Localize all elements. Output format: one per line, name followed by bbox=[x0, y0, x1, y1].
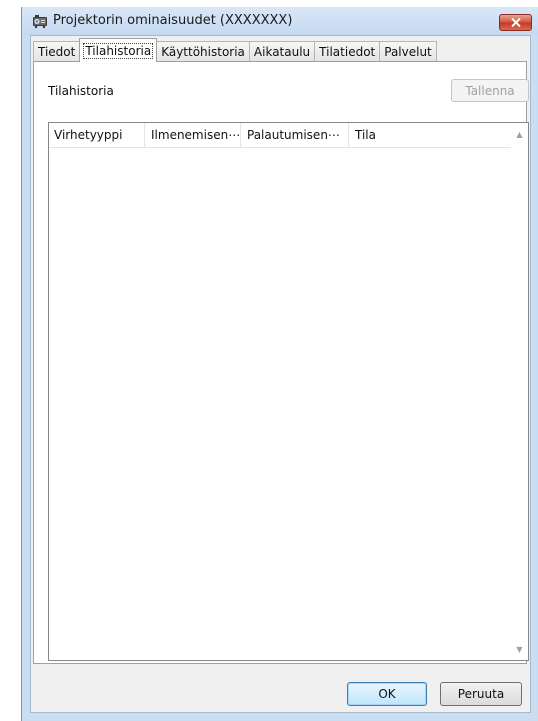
save-button[interactable]: Tallenna bbox=[451, 79, 529, 102]
tab-tilahistoria[interactable]: Tilahistoria bbox=[79, 38, 158, 62]
scroll-up-arrow-icon[interactable]: ▲ bbox=[511, 126, 528, 143]
column-header-recovery[interactable]: Palautumisen⋯ bbox=[241, 123, 349, 147]
tab-tilatiedot[interactable]: Tilatiedot bbox=[314, 41, 381, 62]
tab-label: Aikataulu bbox=[253, 45, 311, 59]
vertical-scrollbar[interactable]: ▲ ▼ bbox=[511, 123, 528, 660]
dialog-window: Projektorin ominaisuudet (XXXXXXX) Tiedo… bbox=[21, 7, 538, 721]
section-label: Tilahistoria bbox=[48, 84, 114, 98]
title-bar[interactable]: Projektorin ominaisuudet (XXXXXXX) bbox=[22, 7, 538, 35]
scroll-down-arrow-icon[interactable]: ▼ bbox=[511, 641, 528, 658]
dialog-client-area: Tiedot Tilahistoria Käyttöhistoria Aikat… bbox=[30, 35, 531, 713]
tab-strip: Tiedot Tilahistoria Käyttöhistoria Aikat… bbox=[33, 38, 437, 62]
tab-label: Käyttöhistoria bbox=[161, 45, 245, 59]
close-button[interactable] bbox=[499, 14, 532, 31]
tab-label: Tilahistoria bbox=[83, 42, 154, 59]
list-header: Virhetyyppi Ilmenemisen⋯ Palautumisen⋯ T… bbox=[49, 123, 511, 148]
status-history-list[interactable]: Virhetyyppi Ilmenemisen⋯ Palautumisen⋯ T… bbox=[48, 122, 529, 661]
ok-button[interactable]: OK bbox=[347, 682, 427, 706]
tab-palvelut[interactable]: Palvelut bbox=[379, 41, 437, 62]
tab-tiedot[interactable]: Tiedot bbox=[33, 41, 81, 62]
tab-label: Tiedot bbox=[38, 45, 76, 59]
column-header-error-type[interactable]: Virhetyyppi bbox=[49, 123, 145, 147]
tab-label: Palvelut bbox=[384, 45, 432, 59]
cancel-button[interactable]: Peruuta bbox=[440, 682, 522, 706]
tab-aikataulu[interactable]: Aikataulu bbox=[248, 41, 316, 62]
projector-icon bbox=[32, 13, 48, 28]
column-header-status[interactable]: Tila bbox=[349, 123, 511, 147]
tab-label: Tilatiedot bbox=[319, 45, 376, 59]
close-icon bbox=[511, 18, 521, 27]
tab-kayttohistoria[interactable]: Käyttöhistoria bbox=[156, 41, 250, 62]
column-header-occurrence[interactable]: Ilmenemisen⋯ bbox=[145, 123, 241, 147]
window-title: Projektorin ominaisuudet (XXXXXXX) bbox=[53, 13, 293, 28]
